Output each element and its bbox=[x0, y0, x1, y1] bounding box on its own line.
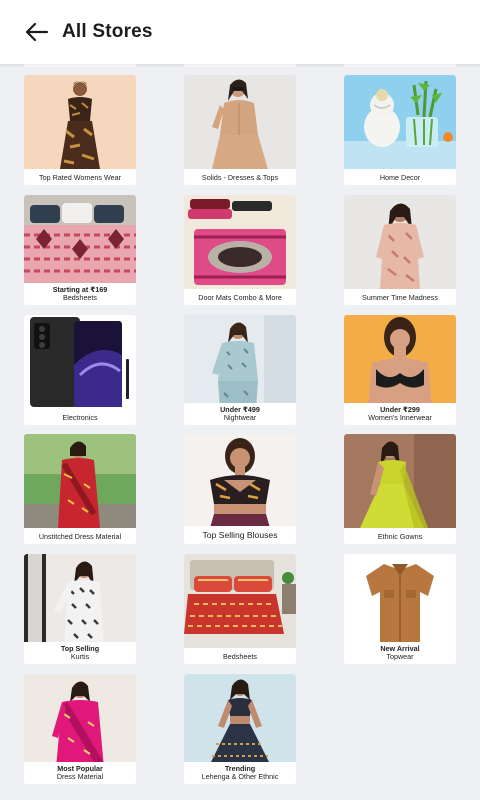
store-image bbox=[184, 315, 296, 409]
store-caption: Top Selling Kurtis bbox=[24, 642, 136, 664]
store-caption: Home Decor bbox=[344, 169, 456, 185]
store-caption: Most Popular Dress Material bbox=[24, 762, 136, 784]
store-caption-line2: Nightwear bbox=[223, 413, 257, 422]
store-card-womens-innerwear-299[interactable]: Under ₹299 Women's Innerwear bbox=[344, 315, 456, 425]
store-caption-line2: Topwear bbox=[386, 652, 414, 661]
store-card-nightwear-499[interactable]: Under ₹499 Nightwear bbox=[184, 315, 296, 425]
store-card-top-selling-blouses[interactable]: Top Selling Blouses bbox=[184, 434, 296, 544]
store-card-bedsheets-169[interactable]: Starting at ₹169 Bedsheets bbox=[24, 195, 136, 305]
previous-row-edge bbox=[24, 64, 136, 67]
store-image bbox=[184, 75, 296, 169]
store-caption-line2: Women's Innerwear bbox=[368, 413, 432, 422]
store-card-most-popular-dress-material[interactable]: Most Popular Dress Material bbox=[24, 674, 136, 784]
store-caption: Electronics bbox=[24, 409, 136, 425]
store-image bbox=[24, 315, 136, 409]
store-image bbox=[344, 315, 456, 409]
store-card-top-rated-womens-wear[interactable]: Top Rated Womens Wear bbox=[24, 75, 136, 185]
store-card-unstitched-dress-material[interactable]: Unstitched Dress Material bbox=[24, 434, 136, 544]
page-title: All Stores bbox=[62, 21, 153, 42]
store-image bbox=[184, 434, 296, 528]
store-caption: Solids - Dresses & Tops bbox=[184, 169, 296, 185]
store-card-solids-dresses-tops[interactable]: Solids - Dresses & Tops bbox=[184, 75, 296, 185]
store-caption: Under ₹299 Women's Innerwear bbox=[344, 403, 456, 425]
store-caption-line2: Kurtis bbox=[70, 652, 90, 661]
store-image bbox=[344, 554, 456, 648]
store-image bbox=[24, 674, 136, 768]
store-image bbox=[184, 674, 296, 768]
store-caption-line2: Bedsheets bbox=[63, 293, 97, 302]
store-caption: Unstitched Dress Material bbox=[24, 528, 136, 544]
store-image bbox=[24, 434, 136, 528]
store-card-trending-lehenga[interactable]: Trending Lehenga & Other Ethnic bbox=[184, 674, 296, 784]
store-image bbox=[344, 75, 456, 169]
store-caption: Under ₹499 Nightwear bbox=[184, 403, 296, 425]
store-caption: Door Mats Combo & More bbox=[184, 289, 296, 305]
previous-row-edge bbox=[184, 64, 296, 67]
store-card-summer-time-madness[interactable]: Summer Time Madness bbox=[344, 195, 456, 305]
store-image bbox=[184, 554, 296, 648]
store-caption: Trending Lehenga & Other Ethnic bbox=[184, 762, 296, 784]
store-caption: Summer Time Madness bbox=[344, 289, 456, 305]
store-caption: Top Rated Womens Wear bbox=[24, 169, 136, 185]
store-caption: Top Selling Blouses bbox=[184, 526, 296, 544]
store-image bbox=[184, 195, 296, 289]
store-caption-line2: Lehenga & Other Ethnic bbox=[201, 772, 279, 781]
store-card-home-decor[interactable]: Home Decor bbox=[344, 75, 456, 185]
store-card-bedsheets[interactable]: Bedsheets bbox=[184, 554, 296, 664]
store-caption: Ethnic Gowns bbox=[344, 528, 456, 544]
previous-row-edge bbox=[344, 64, 456, 67]
back-button[interactable] bbox=[20, 15, 54, 49]
store-card-new-arrival-topwear[interactable]: New Arrival Topwear bbox=[344, 554, 456, 664]
store-caption: Bedsheets bbox=[184, 648, 296, 664]
store-caption: Starting at ₹169 Bedsheets bbox=[24, 283, 136, 305]
store-caption: New Arrival Topwear bbox=[344, 642, 456, 664]
stores-grid: Top Rated Womens Wear Solids - Dresses &… bbox=[0, 64, 480, 800]
store-image bbox=[24, 554, 136, 648]
store-card-electronics[interactable]: Electronics bbox=[24, 315, 136, 425]
store-card-top-selling-kurtis[interactable]: Top Selling Kurtis bbox=[24, 554, 136, 664]
store-card-ethnic-gowns[interactable]: Ethnic Gowns bbox=[344, 434, 456, 544]
store-caption-line2: Dress Material bbox=[56, 772, 104, 781]
store-image bbox=[344, 195, 456, 289]
store-image bbox=[344, 434, 456, 528]
top-app-bar: All Stores bbox=[0, 0, 480, 64]
store-image bbox=[24, 75, 136, 169]
store-card-door-mats[interactable]: Door Mats Combo & More bbox=[184, 195, 296, 305]
arrow-left-icon bbox=[25, 22, 49, 42]
store-image bbox=[24, 195, 136, 289]
